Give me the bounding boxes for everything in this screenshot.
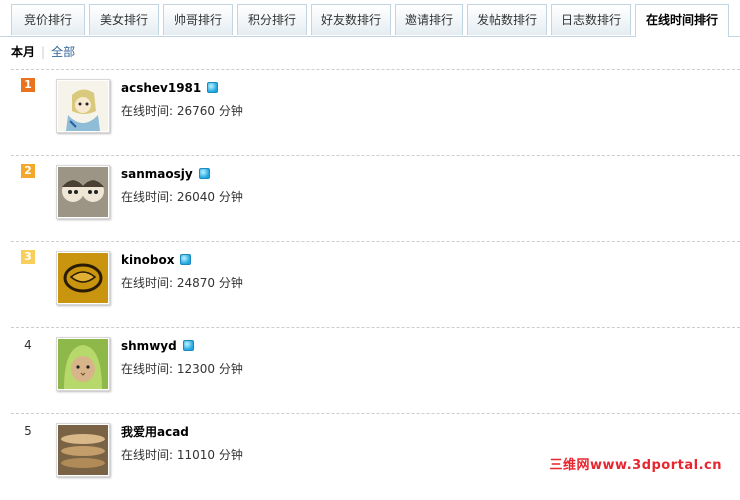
rank-number: 4: [24, 338, 32, 352]
tab-beauty-ranking[interactable]: 美女排行: [89, 4, 159, 35]
tab-bid-ranking[interactable]: 竞价排行: [11, 4, 85, 35]
tab-blogs-ranking[interactable]: 日志数排行: [551, 4, 631, 35]
site-watermark: 三维网www.3dportal.cn: [549, 458, 722, 473]
tab-online-time-ranking[interactable]: 在线时间排行: [635, 4, 729, 37]
online-time: 在线时间: 24870 分钟: [121, 276, 243, 290]
username[interactable]: kinobox: [121, 253, 192, 267]
filter-separator: |: [41, 45, 46, 59]
rank-badge: 1: [21, 78, 35, 92]
avatar[interactable]: [56, 337, 110, 391]
avatar[interactable]: [56, 165, 110, 219]
online-time: 在线时间: 26040 分钟: [121, 190, 243, 204]
online-status-icon: [182, 340, 194, 351]
tab-posts-ranking[interactable]: 发帖数排行: [467, 4, 547, 35]
online-status-icon: [180, 254, 192, 265]
username[interactable]: 我爱用acad: [121, 425, 189, 439]
online-time: 在线时间: 11010 分钟: [121, 448, 243, 462]
online-time: 在线时间: 12300 分钟: [121, 362, 243, 376]
avatar[interactable]: [56, 79, 110, 133]
tab-handsome-ranking[interactable]: 帅哥排行: [163, 4, 233, 35]
username[interactable]: shmwyd: [121, 339, 194, 353]
avatar-image-anime-character: [58, 81, 108, 131]
avatar[interactable]: [56, 423, 110, 477]
online-status-icon: [207, 82, 219, 93]
avatar[interactable]: [56, 251, 110, 305]
period-filter: 本月 | 全部: [11, 45, 75, 59]
avatar-image-metal-parts: [58, 425, 108, 475]
ranking-row: 3 kinobox 在线时间: 24870 分钟: [11, 241, 740, 328]
filter-all[interactable]: 全部: [51, 45, 75, 59]
online-time: 在线时间: 26760 分钟: [121, 104, 243, 118]
filter-this-month[interactable]: 本月: [11, 45, 35, 59]
tab-points-ranking[interactable]: 积分排行: [237, 4, 307, 35]
ranking-tabs: 竞价排行 美女排行 帅哥排行 积分排行 好友数排行 邀请排行 发帖数排行 日志数…: [0, 0, 740, 37]
tab-invite-ranking[interactable]: 邀请排行: [395, 4, 463, 35]
username[interactable]: sanmaosjy: [121, 167, 210, 181]
ranking-row: 1 acshev1981 在线时间: 26760 分钟: [11, 69, 740, 156]
ranking-row: 2 sanmaosjy 在线时间: 26040 分钟: [11, 155, 740, 242]
username[interactable]: acshev1981: [121, 81, 219, 95]
ranking-row: 4 shmwyd 在线时间: 12300 分钟: [11, 327, 740, 414]
avatar-image-cat-with-hood: [58, 339, 108, 389]
avatar-image-two-kids: [58, 167, 108, 217]
tab-friends-ranking[interactable]: 好友数排行: [311, 4, 391, 35]
rank-badge: 2: [21, 164, 35, 178]
avatar-image-emblem: [58, 253, 108, 303]
online-status-icon: [198, 168, 210, 179]
rank-number: 5: [24, 424, 32, 438]
rank-badge: 3: [21, 250, 35, 264]
